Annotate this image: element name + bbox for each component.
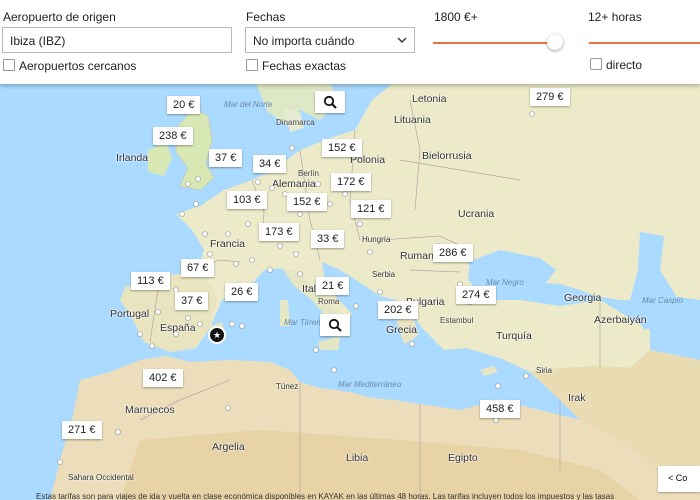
price-tag[interactable]: 67 €: [181, 259, 215, 277]
price-tag[interactable]: 21 €: [316, 277, 350, 295]
chevron-down-icon: [397, 37, 407, 43]
fare-disclaimer: Estas tarifas son para viajes de ida y v…: [36, 492, 615, 500]
price-tag[interactable]: 458 €: [480, 400, 520, 418]
price-limit-label: 1800 €+: [434, 10, 478, 24]
share-icon: <: [668, 473, 674, 483]
nearby-airports-label: Aeropuertos cercanos: [19, 59, 137, 73]
price-tag[interactable]: 286 €: [433, 244, 473, 262]
price-tag[interactable]: 274 €: [456, 286, 496, 304]
direct-checkbox[interactable]: [590, 58, 602, 70]
price-tag[interactable]: 279 €: [530, 88, 570, 106]
duration-label: 12+ horas: [588, 10, 642, 24]
map[interactable]: Mar del Norte Mar Negro Mar Tirreno Mar …: [0, 84, 700, 500]
exact-dates-checkbox[interactable]: [246, 59, 258, 71]
price-tag[interactable]: 26 €: [225, 283, 259, 301]
price-tag[interactable]: 20 €: [167, 96, 201, 114]
share-label: Co: [675, 473, 688, 483]
price-tag[interactable]: 37 €: [209, 149, 243, 167]
price-tag[interactable]: 113 €: [131, 272, 170, 290]
price-tag[interactable]: 202 €: [378, 301, 418, 319]
direct-label: directo: [606, 58, 643, 72]
price-tag[interactable]: 152 €: [322, 139, 362, 157]
origin-marker: ★: [208, 326, 226, 344]
search-area-button[interactable]: [315, 91, 345, 113]
search-icon: [328, 318, 342, 332]
price-tag[interactable]: 402 €: [143, 369, 183, 387]
price-tag[interactable]: 238 €: [153, 127, 193, 145]
price-tag[interactable]: 33 €: [311, 230, 345, 248]
price-tag[interactable]: 173 €: [259, 223, 299, 241]
origin-input[interactable]: Ibiza (IBZ): [2, 27, 232, 53]
price-slider-track[interactable]: [433, 42, 553, 44]
price-tag[interactable]: 152 €: [287, 193, 327, 211]
exact-dates-label: Fechas exactas: [262, 59, 347, 73]
price-tag[interactable]: 34 €: [253, 155, 287, 173]
duration-slider-track[interactable]: [589, 42, 700, 44]
search-area-button[interactable]: [320, 314, 350, 336]
filter-bar: Aeropuerto de origen Ibiza (IBZ) Aeropue…: [0, 0, 700, 84]
share-button[interactable]: < Co: [658, 466, 700, 492]
star-icon: ★: [212, 330, 222, 340]
nearby-airports-checkbox[interactable]: [3, 59, 15, 71]
origin-label: Aeropuerto de origen: [3, 10, 116, 24]
price-tag[interactable]: 103 €: [227, 191, 267, 209]
price-tag[interactable]: 172 €: [331, 173, 371, 191]
dates-select[interactable]: No importa cuándo: [245, 27, 415, 53]
search-icon: [323, 95, 337, 109]
price-tag[interactable]: 121 €: [351, 200, 391, 218]
price-tag[interactable]: 37 €: [175, 292, 209, 310]
price-tag[interactable]: 271 €: [62, 421, 102, 439]
dates-select-value: No importa cuándo: [253, 34, 355, 48]
dates-label: Fechas: [246, 10, 286, 24]
price-slider-knob[interactable]: [547, 34, 563, 50]
